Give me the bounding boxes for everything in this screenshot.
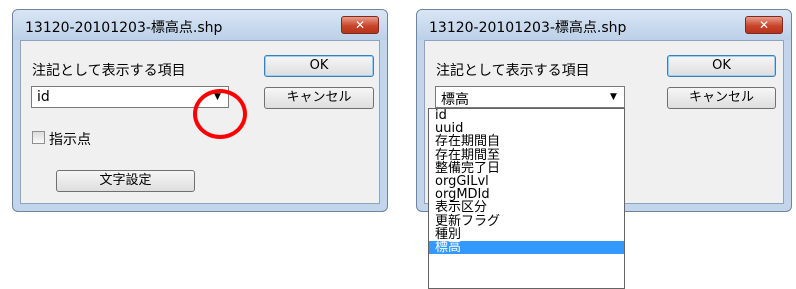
dropdown-option[interactable]: 存在期間自 [429, 135, 624, 148]
dropdown-option[interactable]: 標高 [429, 241, 624, 255]
field-select-value: 標高 [441, 92, 469, 108]
highlight-circle [193, 89, 247, 139]
indicator-point-checkbox[interactable] [32, 131, 45, 144]
dropdown-option[interactable]: 更新フラグ [429, 214, 624, 228]
title-bar[interactable]: 13120-20101203-標高点.shp ✕ [417, 10, 791, 40]
window-title: 13120-20101203-標高点.shp [429, 20, 627, 36]
window-title: 13120-20101203-標高点.shp [25, 20, 223, 36]
field-select[interactable]: 標高 ▼ [435, 86, 625, 108]
text-settings-button[interactable]: 文字設定 [56, 170, 195, 192]
title-bar[interactable]: 13120-20101203-標高点.shp ✕ [13, 10, 387, 40]
field-label: 注記として表示する項目 [32, 63, 186, 79]
field-dropdown-list[interactable]: id uuid 存在期間自 存在期間至 整備完了日 orgGILvl orgMD… [428, 108, 625, 289]
ok-button[interactable]: OK [264, 55, 374, 77]
close-button[interactable]: ✕ [745, 16, 783, 34]
field-label: 注記として表示する項目 [436, 63, 590, 79]
dropdown-option[interactable]: 表示区分 [429, 201, 624, 214]
annotation-settings-dialog: 13120-20101203-標高点.shp ✕ 注記として表示する項目 id … [12, 9, 388, 212]
dropdown-option[interactable]: 種別 [429, 228, 624, 241]
dropdown-option[interactable]: 存在期間至 [429, 148, 624, 162]
cancel-button[interactable]: キャンセル [264, 87, 374, 109]
indicator-point-label: 指示点 [49, 132, 91, 148]
dropdown-option[interactable]: 整備完了日 [429, 162, 624, 175]
cancel-button[interactable]: キャンセル [667, 87, 776, 109]
ok-button[interactable]: OK [667, 55, 776, 77]
close-button[interactable]: ✕ [341, 16, 379, 34]
field-select-value: id [37, 89, 50, 105]
chevron-down-icon[interactable]: ▼ [605, 89, 622, 105]
